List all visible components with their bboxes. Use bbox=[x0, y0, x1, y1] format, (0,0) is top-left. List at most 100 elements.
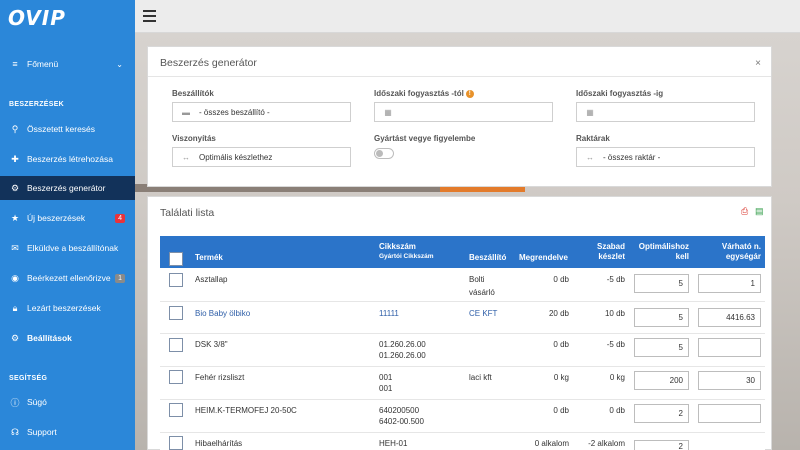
col-supplier[interactable]: Beszállító bbox=[469, 253, 506, 263]
supplier-cell-2: vásárló bbox=[469, 288, 495, 297]
row-checkbox[interactable] bbox=[169, 370, 183, 384]
row-checkbox[interactable] bbox=[169, 436, 183, 450]
sidebar-item-label: Összetett keresés bbox=[27, 124, 96, 134]
free-stock-cell: 0 kg bbox=[609, 373, 625, 382]
col-product[interactable]: Termék bbox=[195, 253, 223, 263]
col-ordered[interactable]: Megrendelve bbox=[519, 253, 568, 263]
sidebar-item-sent[interactable]: ✉ Elküldve a beszállítónak bbox=[0, 236, 135, 260]
col-free-stock-2: készlet bbox=[598, 252, 625, 261]
row-checkbox[interactable] bbox=[169, 306, 183, 320]
product-cell: Asztallap bbox=[195, 275, 228, 284]
price-input[interactable] bbox=[698, 338, 761, 357]
price-input[interactable]: 1 bbox=[698, 274, 761, 293]
suppliers-label: Beszállítók bbox=[172, 89, 214, 98]
col-optimal-2: kell bbox=[675, 252, 689, 261]
select-all-checkbox[interactable] bbox=[169, 252, 183, 266]
suppliers-value: - összes beszállító - bbox=[199, 107, 270, 117]
col-optimal[interactable]: Optimálishoz kell bbox=[630, 242, 689, 262]
sidebar-item-label: Beállítások bbox=[27, 333, 72, 343]
relation-value: Optimális készlethez bbox=[199, 152, 273, 162]
sidebar-item-main-menu[interactable]: ≡ Főmenü ⌄ bbox=[0, 52, 135, 76]
row-checkbox[interactable] bbox=[169, 273, 183, 287]
search-icon: ⚲ bbox=[11, 123, 19, 134]
panel-title: Beszerzés generátor bbox=[160, 57, 257, 69]
need-input[interactable]: 200 bbox=[634, 371, 689, 390]
warehouses-select[interactable]: ↔ - összes raktár - bbox=[576, 147, 755, 167]
production-label: Gyártást vegye figyelembe bbox=[374, 134, 476, 143]
row-checkbox[interactable] bbox=[169, 338, 183, 352]
need-input[interactable]: 2 bbox=[634, 404, 689, 423]
price-input[interactable] bbox=[698, 404, 761, 423]
arrows-icon: ↔ bbox=[182, 152, 190, 162]
logo-area: OVIP bbox=[0, 0, 135, 37]
supplier-cell: CE KFT bbox=[469, 309, 498, 318]
suppliers-select[interactable]: ▬ - összes beszállító - bbox=[172, 102, 351, 122]
col-price-2: egységár bbox=[725, 252, 761, 261]
table-row: Bio Baby ölbiko 11111 CE KFT 20 db 10 db… bbox=[160, 302, 765, 334]
sidebar-item-search[interactable]: ⚲ Összetett keresés bbox=[0, 117, 135, 141]
supplier-cell: laci kft bbox=[469, 373, 492, 382]
ordered-cell: 0 kg bbox=[553, 373, 569, 382]
col-price[interactable]: Várható n. egységár bbox=[700, 242, 761, 262]
results-title: Találati lista bbox=[160, 207, 215, 219]
sidebar-item-new[interactable]: ★ Új beszerzések 4 bbox=[0, 206, 135, 230]
logo[interactable]: OVIP bbox=[8, 6, 66, 30]
sku-cell-2: 6402-00.500 bbox=[379, 417, 424, 426]
sidebar-item-closed[interactable]: 🔒︎ Lezárt beszerzések bbox=[0, 296, 135, 320]
sidebar-item-received[interactable]: ◉ Beérkezett ellenőrizve 1 bbox=[0, 266, 135, 290]
warehouses-label: Raktárak bbox=[576, 134, 610, 143]
sidebar-item-label: Beszerzés generátor bbox=[27, 183, 106, 193]
need-input[interactable]: 5 bbox=[634, 274, 689, 293]
col-free-stock[interactable]: Szabad készlet bbox=[580, 242, 625, 262]
close-icon[interactable]: × bbox=[755, 58, 761, 69]
price-input[interactable]: 4416.63 bbox=[698, 308, 761, 327]
col-price-1: Várható n. bbox=[721, 242, 761, 251]
ordered-cell: 0 db bbox=[553, 275, 569, 284]
table-row: Fehér rizsliszt 001 001 laci kft 0 kg 0 … bbox=[160, 367, 765, 400]
sidebar-item-help[interactable]: ⓘ Súgó bbox=[0, 390, 135, 414]
count-badge: 1 bbox=[115, 273, 125, 283]
toggle-knob bbox=[376, 150, 383, 157]
calendar-icon: ▦ bbox=[384, 107, 392, 117]
info-icon: ⓘ bbox=[10, 397, 20, 408]
free-stock-cell: -2 alkalom bbox=[588, 439, 625, 448]
table-row: Asztallap Bolti vásárló 0 db -5 db 5 1 bbox=[160, 268, 765, 302]
info-icon[interactable]: ! bbox=[465, 89, 474, 98]
excel-icon[interactable]: ▤ bbox=[755, 206, 764, 217]
sidebar-item-label: Új beszerzések bbox=[27, 213, 86, 223]
cogs-icon: ⚙ bbox=[10, 182, 20, 193]
to-date-input[interactable]: ▦ bbox=[576, 102, 755, 122]
table-header: Termék Cikkszám Gyártói Cikkszám Beszáll… bbox=[160, 236, 765, 268]
product-cell: DSK 3/8" bbox=[195, 340, 228, 349]
need-input[interactable]: 5 bbox=[634, 308, 689, 327]
warehouses-value: - összes raktár - bbox=[603, 152, 661, 162]
production-toggle[interactable] bbox=[374, 148, 394, 159]
col-sku-label: Cikkszám bbox=[379, 242, 416, 251]
sidebar-item-generator[interactable]: ⚙ Beszerzés generátor bbox=[0, 176, 135, 200]
sku-cell-2: 001 bbox=[379, 384, 393, 393]
section-title-help: SEGÍTSÉG bbox=[9, 375, 48, 382]
sidebar-item-settings[interactable]: ⚙ Beállítások bbox=[0, 326, 135, 350]
truck-icon: ▬ bbox=[182, 107, 190, 117]
hamburger-icon[interactable] bbox=[143, 10, 156, 25]
sidebar-item-label: Elküldve a beszállítónak bbox=[27, 243, 119, 253]
row-checkbox[interactable] bbox=[169, 403, 183, 417]
table-row: Hibaelhárítás HEH-01 0 alkalom -2 alkalo… bbox=[160, 433, 765, 450]
product-cell[interactable]: Bio Baby ölbiko bbox=[195, 307, 250, 320]
sidebar-item-label: Főmenü bbox=[27, 59, 59, 69]
col-sku[interactable]: Cikkszám Gyártói Cikkszám bbox=[379, 242, 434, 262]
sku-cell-2: 01.260.26.00 bbox=[379, 351, 426, 360]
print-icon[interactable]: ⎙ bbox=[741, 206, 748, 217]
generator-panel: Beszerzés generátor × Beszállítók ▬ - ös… bbox=[147, 46, 772, 187]
relation-select[interactable]: ↔ Optimális készlethez bbox=[172, 147, 351, 167]
need-input[interactable]: 2 bbox=[634, 440, 689, 450]
price-input[interactable]: 30 bbox=[698, 371, 761, 390]
sidebar-item-support[interactable]: ☊ Support bbox=[0, 420, 135, 444]
envelope-icon: ✉ bbox=[11, 242, 19, 253]
from-date-input[interactable]: ▦ bbox=[374, 102, 553, 122]
free-stock-cell: -5 db bbox=[606, 275, 625, 284]
table-row: HEIM.K-TERMOFEJ 20-50C 640200500 6402-00… bbox=[160, 400, 765, 433]
sidebar-item-create[interactable]: ✚ Beszerzés létrehozása bbox=[0, 147, 135, 171]
sidebar-item-label: Support bbox=[27, 427, 57, 437]
need-input[interactable]: 5 bbox=[634, 338, 689, 357]
